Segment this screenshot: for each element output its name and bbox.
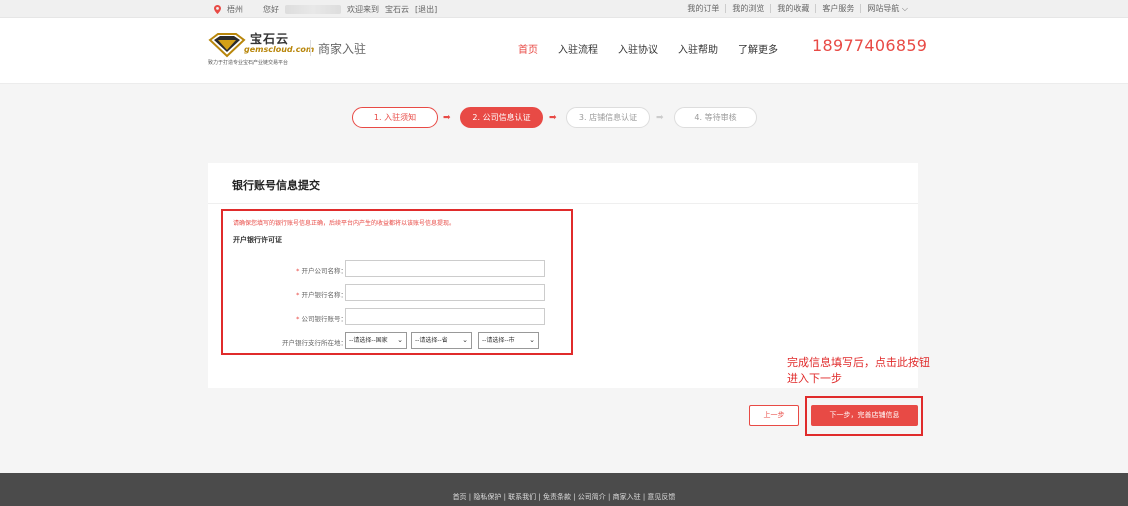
merchant-title: 商家入驻 (318, 42, 367, 56)
form-title: 银行账号信息提交 (232, 179, 320, 192)
annotation-line-2: 进入下一步 (787, 372, 842, 385)
top-bar-right: 我的订单 我的浏览 我的收藏 客户服务 网站导航 ⌵ (681, 4, 914, 13)
city-select-value: --请选择--市 (482, 337, 515, 344)
arrow-right-icon: ➡ (443, 113, 451, 123)
instruction-annotation: 完成信息填写后，点击此按钮 进入下一步 (787, 355, 930, 387)
header-divider (310, 40, 311, 56)
top-bar-left: 梧州 您好 欢迎来到 宝石云 [退出] (214, 4, 437, 15)
footer: 首页 | 隐私保护 | 联系我们 | 免责条款 | 公司简介 | 商家入驻 | … (0, 473, 1128, 506)
header: 宝石云 gemscloud.com 致力于打造专业宝石产业链交易平台 商家入驻 … (0, 18, 1128, 84)
top-bar: 梧州 您好 欢迎来到 宝石云 [退出] 我的订单 我的浏览 我的收藏 客户服务 … (0, 0, 1128, 18)
logo-tagline: 致力于打造专业宝石产业链交易平台 (208, 60, 289, 66)
bank-account-label-text: 公司银行账号： (301, 315, 348, 323)
chevron-down-icon: ⌄ (462, 336, 468, 344)
location-text[interactable]: 梧州 (227, 4, 243, 15)
logout-link[interactable]: [退出] (415, 4, 437, 15)
site-nav-label: 网站导航 (867, 4, 900, 13)
step-3: 3. 店铺信息认证 (566, 107, 650, 128)
my-history-link[interactable]: 我的浏览 (725, 4, 770, 13)
chevron-down-icon: ⌄ (397, 336, 403, 344)
prev-step-button[interactable]: 上一步 (749, 405, 799, 426)
highlight-box: 请确保您填写的银行账号信息正确，后续平台内产生的收益都将以该账号信息提现。 开户… (221, 209, 573, 355)
nav-process[interactable]: 入驻流程 (558, 41, 598, 56)
my-orders-link[interactable]: 我的订单 (681, 4, 725, 13)
bank-name-label-text: 开户银行名称： (301, 291, 348, 299)
step-4: 4. 等待审核 (674, 107, 757, 128)
divider (208, 203, 918, 204)
required-star: * (296, 267, 300, 275)
nav-more[interactable]: 了解更多 (738, 41, 778, 56)
logo[interactable]: 宝石云 gemscloud.com 致力于打造专业宝石产业链交易平台 (208, 30, 314, 70)
bank-name-input[interactable] (345, 284, 545, 301)
logo-domain: gemscloud.com (244, 45, 315, 54)
footer-links[interactable]: 首页 | 隐私保护 | 联系我们 | 免责条款 | 公司简介 | 商家入驻 | … (0, 492, 1128, 502)
site-name: 宝石云 (385, 5, 409, 14)
chevron-down-icon: ⌵ (901, 4, 908, 13)
greeting-text: 您好 (263, 5, 279, 14)
my-favorites-link[interactable]: 我的收藏 (770, 4, 815, 13)
country-select-value: --请选择--国家 (349, 337, 388, 344)
phone-number: 18977406859 (812, 36, 928, 55)
warning-text: 请确保您填写的银行账号信息正确，后续平台内产生的收益都将以该账号信息提现。 (233, 220, 456, 227)
next-step-button[interactable]: 下一步，完善店铺信息 (811, 405, 918, 426)
diamond-logo-icon (208, 33, 246, 58)
welcome-text: 欢迎来到 (347, 5, 379, 14)
required-star: * (296, 315, 300, 323)
bank-account-input[interactable] (345, 308, 545, 325)
nav-agreement[interactable]: 入驻协议 (618, 41, 658, 56)
province-select-value: --请选择--省 (415, 337, 448, 344)
branch-location-label: 开户银行支行所在地： (282, 339, 347, 347)
bank-name-label: * 开户银行名称： (296, 289, 347, 299)
city-select[interactable]: --请选择--市 ⌄ (478, 332, 539, 349)
nav-help[interactable]: 入驻帮助 (678, 41, 718, 56)
chevron-down-icon: ⌄ (529, 336, 535, 344)
nav-home[interactable]: 首页 (518, 41, 538, 56)
arrow-right-icon: ➡ (549, 113, 557, 123)
bank-account-label: * 公司银行账号： (296, 313, 347, 323)
location-pin-icon (214, 5, 221, 14)
step-2: 2. 公司信息认证 (460, 107, 543, 128)
site-nav-link[interactable]: 网站导航 ⌵ (860, 4, 914, 13)
username-blurred (285, 5, 341, 14)
annotation-line-1: 完成信息填写后，点击此按钮 (787, 356, 930, 369)
main-nav: 首页 入驻流程 入驻协议 入驻帮助 了解更多 (518, 41, 778, 56)
customer-service-link[interactable]: 客户服务 (815, 4, 860, 13)
country-select[interactable]: --请选择--国家 ⌄ (345, 332, 407, 349)
company-name-label: * 开户公司名称： (296, 265, 347, 275)
section-title: 开户银行许可证 (233, 236, 282, 244)
arrow-right-icon: ➡ (656, 113, 664, 123)
required-star: * (296, 291, 300, 299)
step-1: 1. 入驻须知 (352, 107, 438, 128)
company-name-label-text: 开户公司名称： (301, 267, 348, 275)
company-name-input[interactable] (345, 260, 545, 277)
province-select[interactable]: --请选择--省 ⌄ (411, 332, 472, 349)
